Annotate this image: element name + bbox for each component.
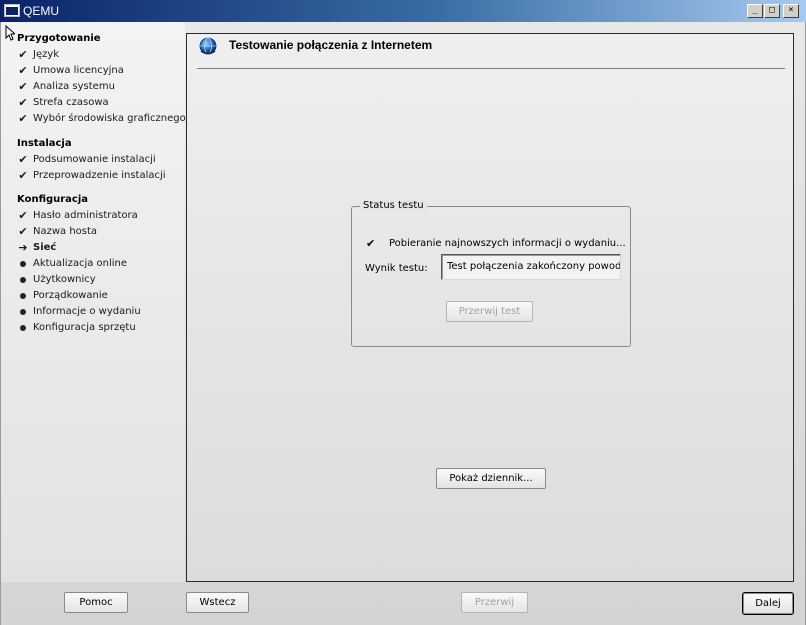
sidebar-step-hardware: Konfiguracja sprzętu: [17, 320, 141, 336]
status-message: Pobieranie najnowszych informacji o wyda…: [389, 238, 625, 249]
sidebar-step-summary: ✔ Podsumowanie instalacji: [17, 152, 166, 168]
window-title: QEMU: [23, 4, 59, 18]
title-bar: QEMU _ □ ×: [0, 0, 806, 22]
back-button[interactable]: Wstecz: [186, 592, 249, 613]
check-icon: ✔: [18, 153, 28, 166]
title-divider: [197, 68, 785, 69]
check-icon: ✔: [366, 237, 376, 250]
step-label: Sieć: [33, 242, 57, 253]
bullet-icon: [17, 272, 29, 288]
sidebar-step-language: ✔ Język: [17, 47, 186, 63]
sidebar-step-release-notes: Informacje o wydaniu: [17, 304, 141, 320]
bullet-icon: [17, 304, 29, 320]
globe-network-icon: [199, 37, 217, 55]
sidebar-section-preparation: Przygotowanie ✔ Język ✔ Umowa licencyjna ✔…: [17, 31, 186, 127]
sidebar-step-cleanup: Porządkowanie: [17, 288, 141, 304]
step-label: Umowa licencyjna: [33, 65, 124, 76]
step-label: Hasło administratora: [33, 210, 138, 221]
bullet-icon: [17, 320, 29, 336]
sidebar-step-timezone: ✔ Strefa czasowa: [17, 95, 186, 111]
check-icon: ✔: [18, 112, 28, 125]
next-button[interactable]: Dalej: [743, 593, 793, 614]
check-icon: ✔: [18, 48, 28, 61]
step-label: Podsumowanie instalacji: [33, 154, 156, 165]
show-log-button[interactable]: Pokaż dziennik...: [436, 468, 546, 489]
step-label: Nazwa hosta: [33, 226, 98, 237]
test-result-label: Wynik testu:: [365, 263, 428, 274]
step-label: Strefa czasowa: [33, 97, 109, 108]
bullet-icon: [17, 256, 29, 272]
check-icon: ✔: [18, 225, 28, 238]
step-sidebar: Przygotowanie ✔ Język ✔ Umowa licencyjna ✔…: [1, 22, 186, 582]
test-status-group: Status testu ✔ Pobieranie najnowszych in…: [351, 200, 631, 347]
minimize-button[interactable]: _: [747, 4, 763, 18]
sidebar-step-users: Użytkownicy: [17, 272, 141, 288]
sidebar-section-installation: Instalacja ✔ Podsumowanie instalacji ✔ Prz…: [17, 136, 166, 184]
step-label: Aktualizacja online: [33, 258, 128, 269]
check-icon: ✔: [18, 64, 28, 77]
sidebar-step-root-password: ✔ Hasło administratora: [17, 208, 141, 224]
step-label: Język: [33, 49, 60, 60]
maximize-button[interactable]: □: [764, 4, 780, 18]
check-icon: ✔: [18, 80, 28, 93]
close-button[interactable]: ×: [783, 4, 799, 18]
group-legend: Status testu: [360, 200, 427, 211]
qemu-window-icon: [4, 4, 20, 17]
test-result-field[interactable]: Test połączenia zakończony powodzeniem: [441, 254, 621, 280]
sidebar-step-perform-install: ✔ Przeprowadzenie instalacji: [17, 168, 166, 184]
abort-test-button[interactable]: Przerwij test: [446, 301, 533, 322]
sidebar-step-desktop: ✔ Wybór środowiska graficznego: [17, 111, 186, 127]
sidebar-step-license: ✔ Umowa licencyjna: [17, 63, 186, 79]
check-icon: ✔: [18, 96, 28, 109]
check-icon: ✔: [18, 169, 28, 182]
section-heading: Przygotowanie: [17, 33, 101, 44]
step-label: Informacje o wydaniu: [33, 306, 141, 317]
sidebar-step-online-update: Aktualizacja online: [17, 256, 141, 272]
help-button[interactable]: Pomoc: [64, 592, 128, 613]
section-heading: Konfiguracja: [17, 194, 89, 205]
step-label: Użytkownicy: [33, 274, 96, 285]
step-label: Przeprowadzenie instalacji: [33, 170, 166, 181]
abort-button[interactable]: Przerwij: [461, 592, 528, 613]
sidebar-step-network: ➔ Sieć: [17, 240, 141, 256]
step-label: Wybór środowiska graficznego: [33, 113, 186, 124]
sidebar-step-system-analysis: ✔ Analiza systemu: [17, 79, 186, 95]
mouse-pointer-icon: [5, 25, 15, 41]
bullet-icon: [17, 288, 29, 304]
check-icon: ✔: [18, 209, 28, 222]
step-label: Porządkowanie: [33, 290, 108, 301]
content-panel: Testowanie połączenia z Internetem Statu…: [186, 33, 794, 582]
step-label: Analiza systemu: [33, 81, 115, 92]
section-heading: Instalacja: [17, 138, 72, 149]
installer-window: Przygotowanie ✔ Język ✔ Umowa licencyjna ✔…: [0, 22, 806, 625]
step-label: Konfiguracja sprzętu: [33, 322, 136, 333]
sidebar-step-hostname: ✔ Nazwa hosta: [17, 224, 141, 240]
page-title: Testowanie połączenia z Internetem: [229, 38, 433, 52]
arrow-right-icon: ➔: [18, 241, 28, 254]
sidebar-section-configuration: Konfiguracja ✔ Hasło administratora ✔ Nazw…: [17, 192, 141, 336]
